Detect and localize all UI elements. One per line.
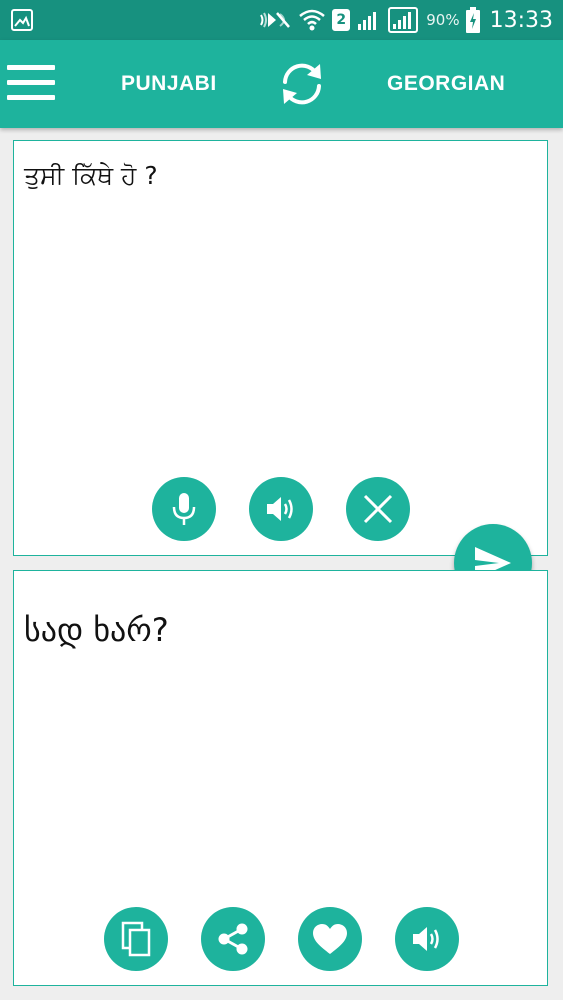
app-bar: PUNJABI GEORGIAN <box>0 40 563 128</box>
microphone-button[interactable] <box>152 477 216 541</box>
clear-icon <box>363 494 393 524</box>
signal-icon <box>388 7 419 33</box>
copy-icon <box>121 921 151 957</box>
speaker-icon <box>267 497 293 521</box>
share-icon <box>218 923 248 955</box>
status-bar: 2 90% 13:33 <box>0 0 563 40</box>
clock: 13:33 <box>489 7 553 33</box>
favorite-button[interactable] <box>298 907 362 971</box>
status-icons: 2 90% 13:33 <box>258 0 553 40</box>
battery-icon <box>465 7 480 33</box>
copy-button[interactable] <box>104 907 168 971</box>
microphone-icon <box>172 493 196 525</box>
menu-icon[interactable] <box>7 65 55 101</box>
translated-text: სად ხარ? <box>24 611 169 649</box>
target-panel: სად ხარ? <box>13 570 548 986</box>
mute-icon <box>260 12 291 28</box>
gallery-icon <box>11 9 33 31</box>
swap-icon[interactable] <box>276 58 328 110</box>
source-panel: ਤੁਸੀ ਕਿੱਥੇ ਹੋ ? <box>13 140 548 556</box>
wifi-icon <box>299 9 326 31</box>
sim-slot-badge: 2 <box>332 9 351 31</box>
speaker-icon <box>413 927 439 951</box>
source-text-input[interactable]: ਤੁਸੀ ਕਿੱਥੇ ਹੋ ? <box>24 161 537 191</box>
speak-source-button[interactable] <box>249 477 313 541</box>
speak-target-button[interactable] <box>395 907 459 971</box>
favorite-icon <box>313 924 347 954</box>
battery-percent: 90% <box>426 11 460 29</box>
share-button[interactable] <box>201 907 265 971</box>
target-language-button[interactable]: GEORGIAN <box>387 66 505 102</box>
clear-button[interactable] <box>346 477 410 541</box>
source-language-button[interactable]: PUNJABI <box>121 66 217 102</box>
signal-icon <box>358 12 377 30</box>
